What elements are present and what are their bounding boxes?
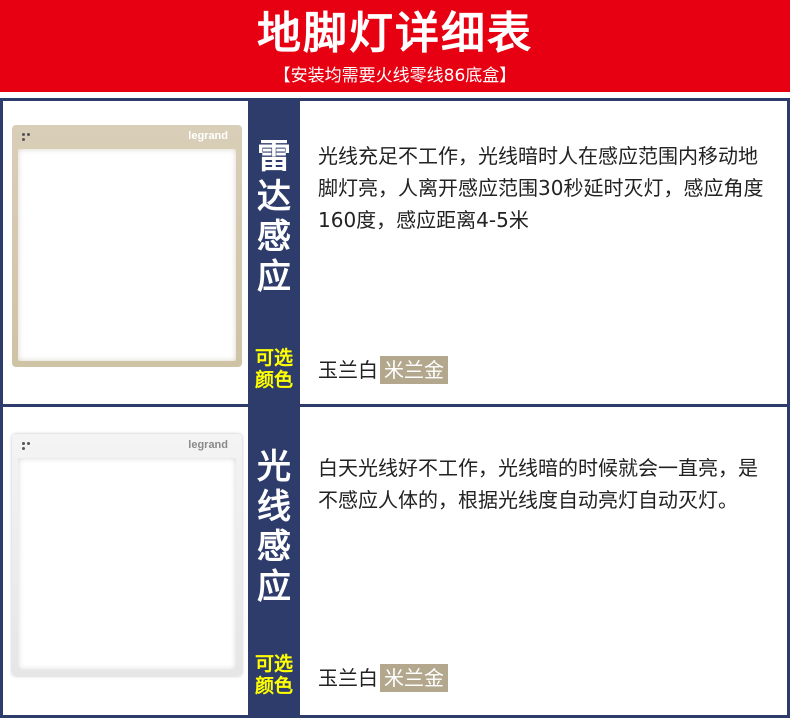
option-label: 可选 bbox=[254, 653, 293, 675]
row-1-description: 光线充足不工作，光线暗时人在感应范围内移动地脚灯亮，人离开感应范围30秒延时灭灯… bbox=[318, 144, 764, 232]
type-char: 雷 bbox=[257, 137, 291, 177]
type-char: 应 bbox=[257, 567, 291, 607]
row-divider bbox=[0, 404, 790, 407]
row-2-description: 白天光线好不工作，光线暗的时候就会一直亮，是不感应人体的，根据光线度自动亮灯自动… bbox=[318, 456, 758, 512]
type-char: 感 bbox=[257, 527, 291, 567]
switch-plate: legrand bbox=[12, 434, 242, 676]
page-title: 地脚灯详细表 bbox=[257, 8, 533, 59]
color-option-gold: 米兰金 bbox=[380, 664, 448, 692]
row-1-color-options: 玉兰白 米兰金 bbox=[318, 355, 448, 385]
option-label: 颜色 bbox=[254, 369, 293, 391]
sensor-icon bbox=[22, 442, 34, 452]
row-1-label-column: 雷 达 感 应 可选 颜色 bbox=[248, 101, 300, 404]
header-banner: 地脚灯详细表 【安装均需要火线零线86底盒】 bbox=[0, 0, 790, 92]
light-panel bbox=[18, 149, 236, 361]
switch-plate: legrand bbox=[12, 125, 242, 367]
type-char: 光 bbox=[257, 447, 291, 487]
page-subtitle: 【安装均需要火线零线86底盒】 bbox=[273, 66, 517, 86]
type-char: 线 bbox=[257, 487, 291, 527]
option-label: 颜色 bbox=[254, 675, 293, 697]
light-panel bbox=[18, 458, 236, 670]
type-char: 感 bbox=[257, 217, 291, 257]
table-top-border bbox=[0, 98, 790, 101]
color-option-white: 玉兰白 bbox=[318, 666, 378, 690]
type-char: 应 bbox=[257, 257, 291, 297]
brand-logo: legrand bbox=[188, 130, 228, 142]
type-char: 达 bbox=[257, 177, 291, 217]
option-label: 可选 bbox=[254, 347, 293, 369]
brand-logo: legrand bbox=[188, 439, 228, 451]
color-option-white: 玉兰白 bbox=[318, 358, 378, 382]
sensor-icon bbox=[22, 133, 34, 143]
row-2-label-column: 光 线 感 应 可选 颜色 bbox=[248, 407, 300, 715]
color-option-gold: 米兰金 bbox=[380, 356, 448, 384]
row-2-color-options: 玉兰白 米兰金 bbox=[318, 663, 448, 693]
